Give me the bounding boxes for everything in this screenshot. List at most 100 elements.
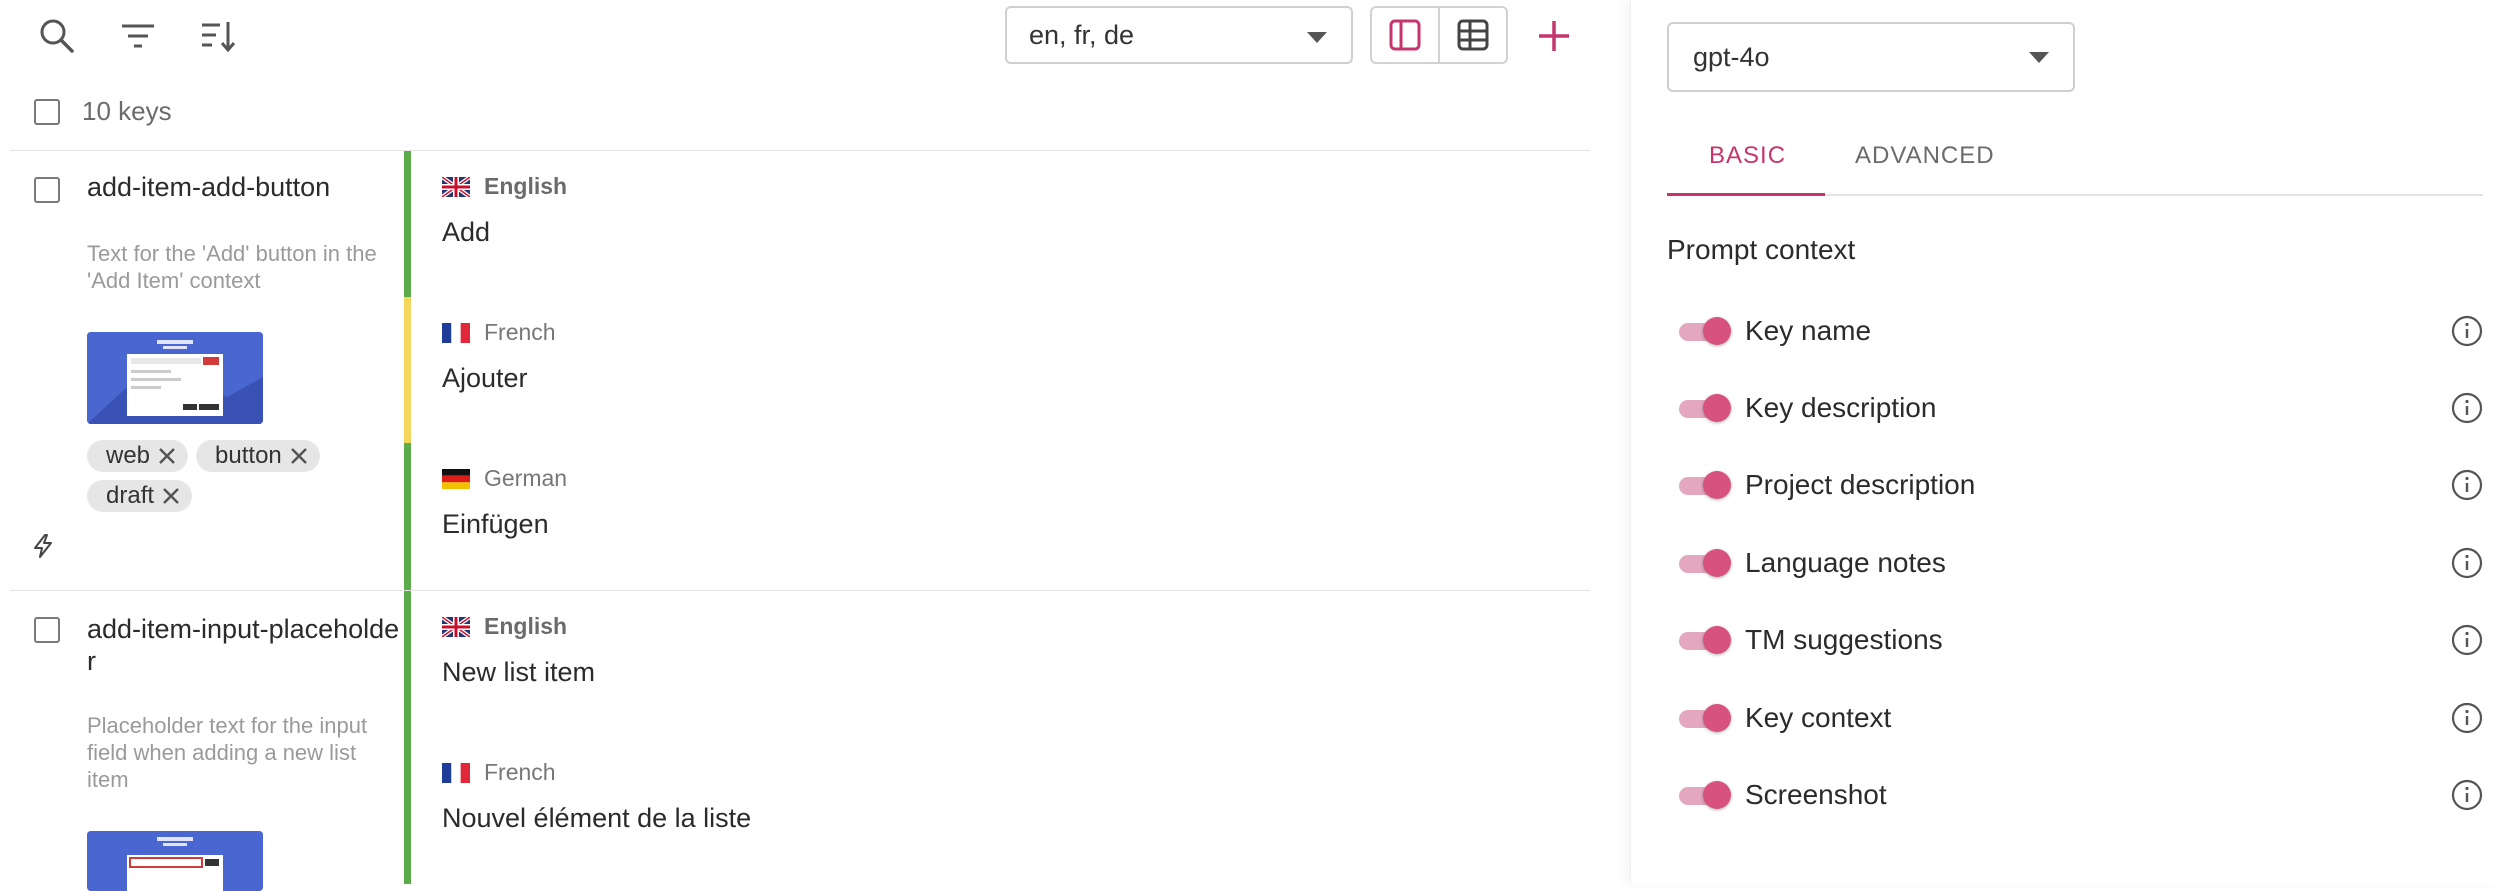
key-checkbox[interactable] [34, 617, 60, 643]
option-label: Key name [1745, 315, 1872, 346]
tab-basic[interactable]: BASIC [1709, 142, 1786, 170]
toggle-switch[interactable] [1677, 704, 1731, 732]
key-row: add-item-add-button Text for the 'Add' b… [10, 151, 1590, 591]
germany-flag-icon [442, 468, 470, 489]
info-icon[interactable] [2451, 315, 2483, 347]
translation-cell[interactable]: English New list item [404, 591, 1590, 737]
option-label: TM suggestions [1745, 624, 1943, 655]
sidebar-layout-icon [1389, 19, 1421, 51]
model-select-value: gpt-4o [1693, 41, 1770, 72]
state-indicator [404, 297, 411, 443]
state-indicator [404, 443, 411, 590]
state-indicator [404, 591, 411, 737]
translation-cell[interactable]: French Ajouter [404, 297, 1590, 443]
screenshot-thumbnail[interactable] [87, 831, 263, 891]
key-description: Text for the 'Add' button in the 'Add It… [87, 241, 377, 293]
language-name: English [484, 173, 568, 199]
option-project-description: Project description [1677, 461, 2483, 511]
tag-chip[interactable]: draft [87, 480, 193, 512]
option-label: Key context [1745, 702, 1892, 733]
translation-text[interactable]: Ajouter [442, 363, 528, 394]
translation-cell[interactable]: English Add [404, 151, 1590, 297]
key-row: add-item-input-placeholder Placeholder t… [10, 591, 1590, 891]
language-header: English [442, 613, 567, 640]
chevron-down-icon [1307, 32, 1327, 43]
option-label: Screenshot [1745, 779, 1887, 810]
active-tab-indicator [1667, 193, 1825, 196]
select-all-row: 10 keys [34, 96, 172, 127]
info-icon[interactable] [2451, 469, 2483, 501]
option-key-name: Key name [1677, 307, 2483, 357]
option-tm-suggestions: TM suggestions [1677, 616, 2483, 666]
toggle-switch[interactable] [1677, 317, 1731, 345]
lightning-bolt-icon[interactable] [30, 533, 56, 564]
translation-text[interactable]: Add [442, 217, 490, 248]
state-indicator [404, 151, 411, 297]
state-indicator [404, 737, 411, 884]
tag-chip[interactable]: button [196, 440, 320, 472]
sort-button[interactable] [196, 14, 240, 58]
search-button[interactable] [35, 14, 79, 58]
plus-icon [1539, 21, 1569, 51]
filter-icon [122, 24, 154, 48]
info-icon[interactable] [2451, 779, 2483, 811]
translations-group: English Add French Ajouter German Einfüg… [404, 151, 1590, 590]
key-description: Placeholder text for the input field whe… [87, 713, 368, 792]
toggle-switch[interactable] [1677, 394, 1731, 422]
tab-advanced[interactable]: ADVANCED [1855, 142, 1995, 170]
list-view-button[interactable] [1372, 8, 1440, 62]
option-key-description: Key description [1677, 384, 2483, 434]
france-flag-icon [442, 762, 470, 783]
language-header: French [442, 319, 556, 346]
close-icon[interactable] [290, 447, 308, 465]
key-name[interactable]: add-item-add-button [87, 171, 407, 203]
option-key-context: Key context [1677, 694, 2483, 744]
translation-text[interactable]: New list item [442, 657, 595, 688]
uk-flag-icon [442, 176, 470, 197]
table-icon [1457, 19, 1489, 51]
close-icon[interactable] [162, 487, 180, 505]
add-key-button[interactable] [1530, 12, 1578, 60]
info-icon[interactable] [2451, 702, 2483, 734]
key-count-label: 10 keys [82, 96, 172, 126]
option-label: Language notes [1745, 547, 1946, 578]
model-select[interactable]: gpt-4o [1667, 22, 2075, 92]
select-all-checkbox[interactable] [34, 98, 60, 125]
info-icon[interactable] [2451, 624, 2483, 656]
ai-settings-panel: gpt-4o BASIC ADVANCED Prompt context Key… [1630, 0, 2498, 884]
option-label: Project description [1745, 469, 1976, 500]
translation-text[interactable]: Nouvel élément de la liste [442, 803, 751, 834]
language-name: French [484, 759, 556, 785]
language-header: French [442, 759, 556, 786]
toggle-switch[interactable] [1677, 626, 1731, 654]
table-view-button[interactable] [1438, 8, 1506, 62]
languages-select[interactable]: en, fr, de [1005, 6, 1353, 64]
language-name: German [484, 465, 568, 491]
tag-chip[interactable]: web [87, 440, 189, 472]
toggle-switch[interactable] [1677, 549, 1731, 577]
close-icon[interactable] [158, 447, 176, 465]
option-label: Key description [1745, 392, 1937, 423]
sort-icon [202, 22, 236, 53]
screenshot-thumbnail[interactable] [87, 332, 263, 424]
key-name[interactable]: add-item-input-placeholder [87, 613, 407, 677]
prompt-context-title: Prompt context [1667, 234, 1856, 265]
toggle-switch[interactable] [1677, 781, 1731, 809]
search-icon [40, 19, 74, 53]
filter-button[interactable] [116, 14, 160, 58]
language-name: English [484, 613, 568, 639]
toggle-switch[interactable] [1677, 471, 1731, 499]
view-mode-toggle[interactable] [1370, 6, 1508, 64]
option-screenshot: Screenshot [1677, 771, 2483, 821]
translation-text[interactable]: Einfügen [442, 509, 549, 540]
translations-group: English New list item French Nouvel élém… [404, 591, 1590, 884]
language-header: English [442, 173, 567, 200]
translation-cell[interactable]: German Einfügen [404, 443, 1590, 590]
languages-select-value: en, fr, de [1029, 19, 1135, 50]
translation-cell[interactable]: French Nouvel élément de la liste [404, 737, 1590, 884]
info-icon[interactable] [2451, 547, 2483, 579]
tag-list: web button draft [87, 440, 387, 512]
language-name: French [484, 319, 556, 345]
info-icon[interactable] [2451, 392, 2483, 424]
key-checkbox[interactable] [34, 177, 60, 203]
